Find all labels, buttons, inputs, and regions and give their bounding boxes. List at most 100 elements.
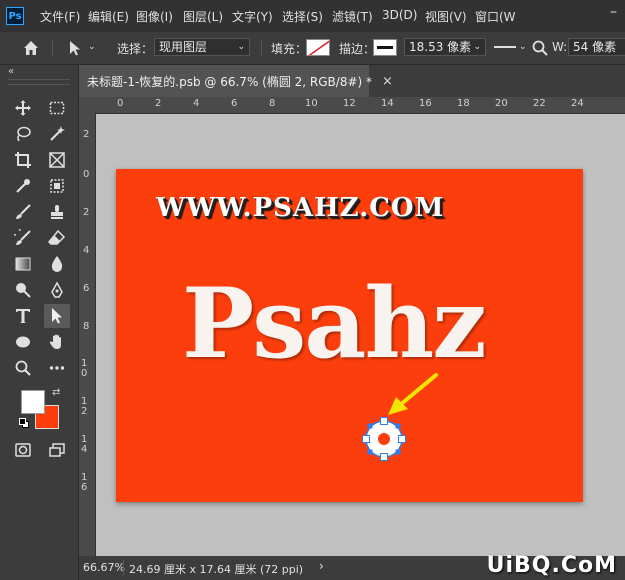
blur-tool-icon[interactable] (44, 252, 70, 276)
document-title: 未标题-1-恢复的.psb @ 66.7% (椭圆 2, RGB/8#) * (87, 74, 373, 89)
marquee-tool-icon[interactable] (44, 96, 70, 120)
ruler-label: 14 (381, 98, 394, 109)
zoom-tool-icon[interactable] (10, 356, 36, 380)
fill-label: 填充： (271, 42, 308, 56)
stroke-width-value: 18.53 像素 (409, 40, 472, 54)
ruler-label: 2 (83, 207, 90, 218)
stroke-width-field[interactable]: 18.53 像素 ⌄ (404, 38, 486, 56)
screen-mode-icon[interactable] (44, 438, 70, 462)
ruler-label: 2 (83, 129, 90, 140)
ellipse-tool-icon[interactable] (10, 330, 36, 354)
foreground-color-swatch[interactable] (21, 390, 45, 414)
history-brush-icon[interactable] (10, 226, 36, 250)
hand-tool-icon[interactable] (44, 330, 70, 354)
chevron-right-icon[interactable]: › (319, 559, 324, 573)
chevron-down-icon[interactable]: ⌄ (519, 42, 527, 52)
select-label: 选择： (117, 42, 154, 56)
more-tools-icon[interactable] (44, 356, 70, 380)
move-tool-icon[interactable] (10, 96, 36, 120)
ruler-label: 1 6 (81, 472, 88, 493)
ruler-label: 4 (193, 98, 200, 109)
eraser-tool-icon[interactable] (44, 226, 70, 250)
horizontal-ruler[interactable]: 0 2 4 6 8 10 12 14 16 18 20 22 24 (95, 97, 625, 114)
ruler-label: 4 (83, 245, 90, 256)
lasso-tool-icon[interactable] (10, 122, 36, 146)
swap-colors-icon[interactable]: ⇄ (52, 387, 60, 398)
menu-view[interactable]: 视图(V) (425, 8, 467, 25)
panel-grip[interactable] (8, 79, 70, 85)
type-tool-icon[interactable] (10, 304, 36, 328)
ruler-label: 6 (83, 283, 90, 294)
ruler-label: 16 (419, 98, 432, 109)
width-field[interactable]: 54 像素 (568, 38, 625, 56)
ruler-label: 18 (457, 98, 470, 109)
vertical-ruler[interactable]: 2 0 2 4 6 8 1 0 1 2 1 4 1 6 (79, 113, 96, 556)
stroke-label: 描边： (339, 42, 376, 56)
menu-window[interactable]: 窗口(W (475, 8, 516, 25)
watermark: UiBQ.CoM (486, 553, 617, 578)
psahz-text-layer[interactable]: Psahz (182, 267, 487, 380)
ruler-label: 20 (495, 98, 508, 109)
ruler-label: 8 (83, 321, 90, 332)
chevron-down-icon: ⌄ (237, 42, 245, 52)
ruler-label: 6 (231, 98, 238, 109)
ruler-label: 24 (571, 98, 584, 109)
menu-3d[interactable]: 3D(D) (382, 8, 417, 22)
ruler-label: 2 (155, 98, 162, 109)
zoom-level[interactable]: 66.67% (83, 561, 125, 574)
document-dimensions: 24.69 厘米 x 17.64 厘米 (72 ppi) (129, 563, 304, 576)
menu-file[interactable]: 文件(F) (40, 8, 80, 25)
minimize-button[interactable]: – (610, 4, 617, 20)
stamp-tool-icon[interactable] (44, 200, 70, 224)
object-selection-icon[interactable] (44, 174, 70, 198)
fill-swatch[interactable] (306, 39, 330, 56)
menu-image[interactable]: 图像(I) (136, 8, 173, 25)
ruler-label: 1 4 (81, 434, 88, 455)
dodge-tool-icon[interactable] (10, 278, 36, 302)
menu-type[interactable]: 文字(Y) (232, 8, 273, 25)
annotation-arrow-icon (388, 373, 438, 415)
menu-filter[interactable]: 滤镜(T) (332, 8, 373, 25)
search-icon[interactable] (531, 39, 549, 60)
move-selection-tool-icon[interactable] (66, 39, 84, 60)
document-tab[interactable]: 未标题-1-恢复的.psb @ 66.7% (椭圆 2, RGB/8#) * × (79, 65, 393, 97)
path-selection-tool-icon[interactable] (44, 304, 70, 328)
document-tab-bar: 未标题-1-恢复的.psb @ 66.7% (椭圆 2, RGB/8#) * × (79, 65, 625, 97)
default-colors-icon[interactable] (19, 418, 29, 428)
menu-select[interactable]: 选择(S) (282, 8, 323, 25)
document-canvas[interactable]: WWW.PSAHZ.COM Psahz (116, 169, 583, 502)
collapse-icon[interactable]: « (8, 66, 14, 77)
tools-panel: « ⇄ (0, 65, 79, 580)
pen-tool-icon[interactable] (44, 278, 70, 302)
select-dropdown[interactable]: 现用图层 ⌄ (154, 38, 250, 56)
home-icon[interactable] (22, 39, 40, 60)
brush-tool-icon[interactable] (10, 200, 36, 224)
close-tab-button[interactable]: × (382, 74, 393, 89)
crop-tool-icon[interactable] (10, 148, 36, 172)
gradient-tool-icon[interactable] (10, 252, 36, 276)
eyedropper-tool-icon[interactable] (10, 174, 36, 198)
ruler-label: 12 (343, 98, 356, 109)
ruler-label: 0 (83, 169, 90, 180)
ruler-label: 1 2 (81, 396, 88, 417)
chevron-down-icon[interactable]: ⌄ (88, 42, 96, 52)
photoshop-logo-icon: Ps (6, 7, 24, 25)
quick-mask-icon[interactable] (10, 438, 36, 462)
stroke-type-icon[interactable] (494, 46, 516, 48)
ruler-label: 1 0 (81, 358, 88, 379)
menu-edit[interactable]: 编辑(E) (88, 8, 129, 25)
ruler-label: 0 (117, 98, 124, 109)
width-value: 54 像素 (573, 40, 617, 54)
ruler-label: 22 (533, 98, 546, 109)
width-label: W: (552, 40, 568, 54)
select-value: 现用图层 (159, 40, 208, 54)
ruler-corner[interactable] (79, 97, 95, 113)
frame-tool-icon[interactable] (44, 148, 70, 172)
stroke-swatch[interactable] (373, 39, 397, 56)
menu-layer[interactable]: 图层(L) (183, 8, 223, 25)
ruler-label: 8 (269, 98, 276, 109)
canvas-workspace: 0 2 4 6 8 10 12 14 16 18 20 22 24 2 0 2 … (79, 97, 625, 556)
magic-wand-tool-icon[interactable] (44, 122, 70, 146)
options-bar: ⌄ 选择： 现用图层 ⌄ 填充： 描边： 18.53 像素 ⌄ ⌄ W: 54 … (0, 32, 625, 65)
url-text-layer[interactable]: WWW.PSAHZ.COM (156, 193, 444, 223)
